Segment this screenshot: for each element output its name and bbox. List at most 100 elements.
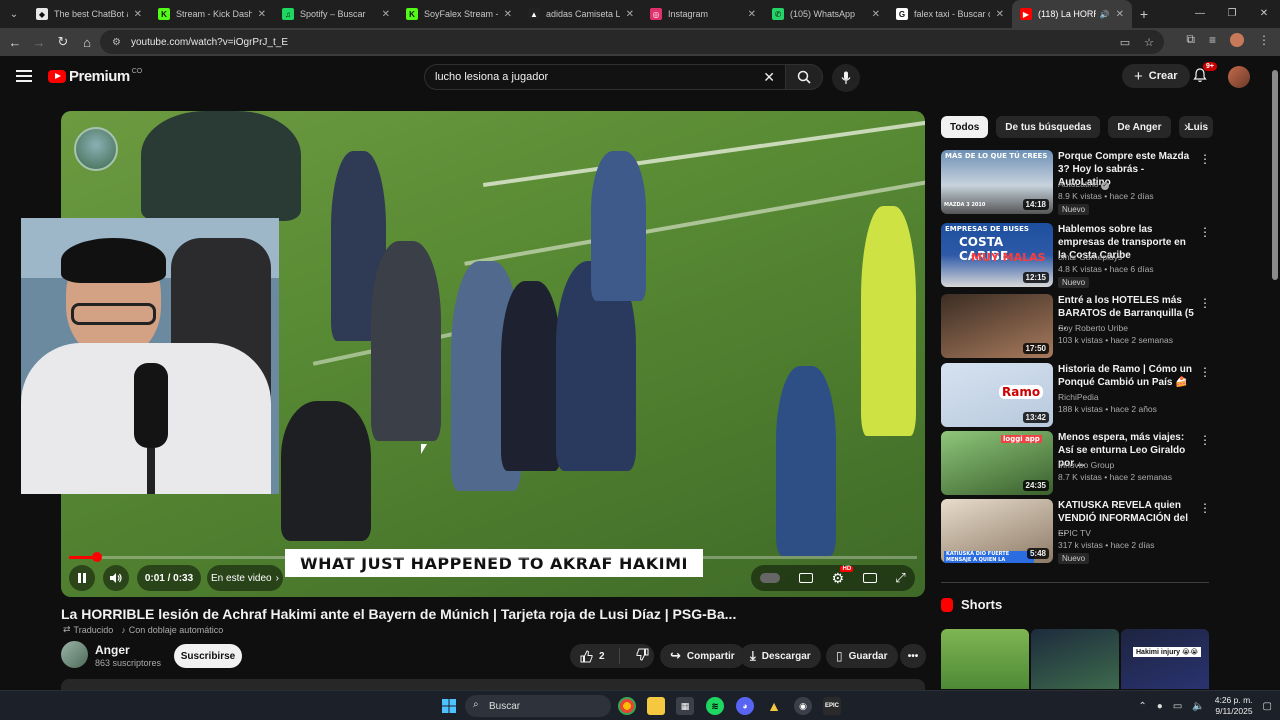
chrome-icon[interactable] <box>618 697 636 715</box>
clear-search-icon[interactable]: ✕ <box>763 69 775 86</box>
video-thumbnail[interactable]: MÁS DE LO QUE TÚ CREES MAZDA 3 2010 14:18 <box>941 150 1053 214</box>
more-vertical-icon[interactable]: ⋮ <box>1199 365 1211 379</box>
close-window-icon[interactable]: ✕ <box>1248 0 1280 28</box>
browser-tab[interactable]: K SoyFalex Stream - Wi ✕ <box>398 0 520 28</box>
short-item[interactable] <box>1031 629 1119 689</box>
video-thumbnail[interactable]: EMPRESAS DE BUSES COSTA CARIBE MUY MALAS 12… <box>941 223 1053 287</box>
chevron-right-icon[interactable]: › <box>1184 118 1189 134</box>
more-vertical-icon[interactable]: ⋮ <box>1199 152 1211 166</box>
browser-tab[interactable]: Gfalex taxi - Buscar con ✕ <box>888 0 1012 28</box>
youtube-logo[interactable]: Premium CO <box>48 68 142 85</box>
back-icon[interactable]: ← <box>3 30 27 54</box>
windows-start-icon[interactable] <box>440 697 458 715</box>
recommended-channel[interactable]: Soy Roberto Uribe <box>1058 323 1128 333</box>
autoplay-toggle-icon[interactable] <box>760 573 781 583</box>
close-tab-icon[interactable]: ✕ <box>382 9 390 20</box>
chip-todos[interactable]: Todos <box>941 116 989 138</box>
close-tab-icon[interactable]: ✕ <box>996 9 1004 20</box>
clock[interactable]: 4:26 p. m. 9/11/2025 <box>1215 695 1253 717</box>
channel-name[interactable]: Anger <box>95 643 130 657</box>
new-tab-button[interactable]: + <box>1132 6 1156 22</box>
video-thumbnail[interactable]: 17:50 <box>941 294 1053 358</box>
close-tab-icon[interactable]: ✕ <box>504 9 512 20</box>
more-vertical-icon[interactable]: ⋮ <box>1199 225 1211 239</box>
search-button[interactable] <box>785 64 823 90</box>
progress-bar[interactable] <box>69 552 917 562</box>
miniplayer-icon[interactable] <box>862 573 877 583</box>
close-tab-icon[interactable]: ✕ <box>872 9 880 20</box>
close-tab-icon[interactable]: ✕ <box>1116 9 1124 20</box>
video-thumbnail[interactable]: KATIUSKA DIO FUERTE MENSAJE A QUIEN LA T… <box>941 499 1053 563</box>
video-thumbnail[interactable]: Ramo 13:42 <box>941 363 1053 427</box>
tab-audio-icon[interactable]: 🔊 <box>1100 10 1110 19</box>
spotify-icon[interactable]: ≋ <box>706 697 724 715</box>
site-info-icon[interactable]: ⚙ <box>112 37 121 48</box>
save-button[interactable]: ▯ Guardar <box>826 644 898 668</box>
settings-gear-icon[interactable]: ⚙ HD <box>831 565 854 587</box>
tab-search-chevron-icon[interactable]: ⌄ <box>0 0 28 28</box>
reload-icon[interactable]: ↻ <box>51 30 75 54</box>
recommended-channel[interactable]: cmar Gameplays <box>1058 252 1122 262</box>
browser-menu-icon[interactable]: ⋮ <box>1258 33 1270 47</box>
create-button[interactable]: + Crear <box>1122 64 1190 88</box>
browser-tab[interactable]: ▶ (118) La HORRIB 🔊 ✕ <box>1012 0 1132 28</box>
browser-tab[interactable]: ♫ Spotify – Buscar ✕ <box>274 0 398 28</box>
like-button[interactable]: 2 <box>570 648 620 664</box>
browser-tab[interactable]: ◎ Instagram ✕ <box>642 0 764 28</box>
recommended-video[interactable]: 17:50 Entré a los HOTELES más BARATOS de … <box>941 294 1211 358</box>
profile-avatar[interactable] <box>1230 32 1244 47</box>
download-button[interactable]: ⤓ Descargar <box>740 644 821 668</box>
more-vertical-icon[interactable]: ⋮ <box>1199 433 1211 447</box>
chevron-up-icon[interactable]: ⌃ <box>1138 701 1146 712</box>
media-icon[interactable]: ≡ <box>1209 33 1216 47</box>
dislike-button[interactable] <box>626 648 649 664</box>
recommended-channel[interactable]: RichiPedia <box>1058 392 1099 402</box>
recommended-video[interactable]: loggi app 24:35 Menos espera, más viajes: … <box>941 431 1211 495</box>
channel-avatar[interactable] <box>61 641 88 668</box>
close-tab-icon[interactable]: ✕ <box>626 9 634 20</box>
notifications-tray-icon[interactable]: ▢ <box>1263 701 1272 712</box>
more-actions-button[interactable]: ••• <box>900 644 926 668</box>
recommended-video[interactable]: MÁS DE LO QUE TÚ CREES MAZDA 3 2010 14:18 P… <box>941 150 1211 215</box>
restore-icon[interactable]: ❐ <box>1216 0 1248 28</box>
network-icon[interactable]: ▭ <box>1173 701 1182 712</box>
browser-tab[interactable]: K Stream - Kick Dashbo ✕ <box>150 0 274 28</box>
notifications-button[interactable]: 9+ <box>1193 62 1217 86</box>
speaker-icon[interactable]: 🔈 <box>1192 701 1204 712</box>
file-explorer-icon[interactable] <box>647 697 665 715</box>
mic-tray-icon[interactable]: ● <box>1157 701 1163 712</box>
fullscreen-icon[interactable]: ⤢ <box>895 570 905 586</box>
voice-search-button[interactable] <box>832 64 860 92</box>
chip-from-searches[interactable]: De tus búsquedas <box>996 116 1101 138</box>
recommended-video[interactable]: Ramo 13:42 Historia de Ramo | Cómo un Ponq… <box>941 363 1211 427</box>
more-vertical-icon[interactable]: ⋮ <box>1199 296 1211 310</box>
home-icon[interactable]: ⌂ <box>75 30 99 54</box>
close-tab-icon[interactable]: ✕ <box>748 9 756 20</box>
chip-from-channel[interactable]: De Anger <box>1108 116 1171 138</box>
close-tab-icon[interactable]: ✕ <box>134 9 142 20</box>
address-bar[interactable]: ⚙ youtube.com/watch?v=iOgrPrJ_t_E ▭ ☆ <box>100 30 1164 54</box>
browser-tab[interactable]: ▲ adidas Camiseta Loca ✕ <box>520 0 642 28</box>
taskbar-search[interactable]: ⌕ Buscar <box>465 695 611 717</box>
chapter-button[interactable]: En este video › <box>207 565 283 591</box>
warning-app-icon[interactable]: ▲ <box>765 697 783 715</box>
store-icon[interactable]: ▦ <box>676 697 694 715</box>
bookmark-star-icon[interactable]: ☆ <box>1144 36 1154 49</box>
epic-games-icon[interactable]: EPIC <box>823 697 841 715</box>
search-input[interactable]: lucho lesiona a jugador ✕ <box>424 64 786 90</box>
discord-icon[interactable]: ◕ <box>736 697 754 715</box>
recommended-title[interactable]: Historia de Ramo | Cómo un Ponqué Cambió… <box>1058 363 1196 389</box>
recommended-channel[interactable]: Innovbo Group <box>1058 460 1114 470</box>
obs-icon[interactable]: ◉ <box>794 697 812 715</box>
page-scrollbar[interactable] <box>1270 56 1280 692</box>
pause-button[interactable] <box>69 565 95 591</box>
recommended-video[interactable]: EMPRESAS DE BUSES COSTA CARIBE MUY MALAS 12… <box>941 223 1211 288</box>
forward-icon[interactable]: → <box>27 30 51 54</box>
close-tab-icon[interactable]: ✕ <box>258 9 266 20</box>
browser-tab[interactable]: ◆ The best ChatBot and ✕ <box>28 0 150 28</box>
minimize-icon[interactable]: — <box>1184 0 1216 28</box>
scrollbar-thumb[interactable] <box>1272 70 1278 280</box>
cast-icon[interactable]: ▭ <box>1120 36 1130 49</box>
account-avatar[interactable] <box>1228 66 1250 88</box>
short-item[interactable] <box>941 629 1029 689</box>
